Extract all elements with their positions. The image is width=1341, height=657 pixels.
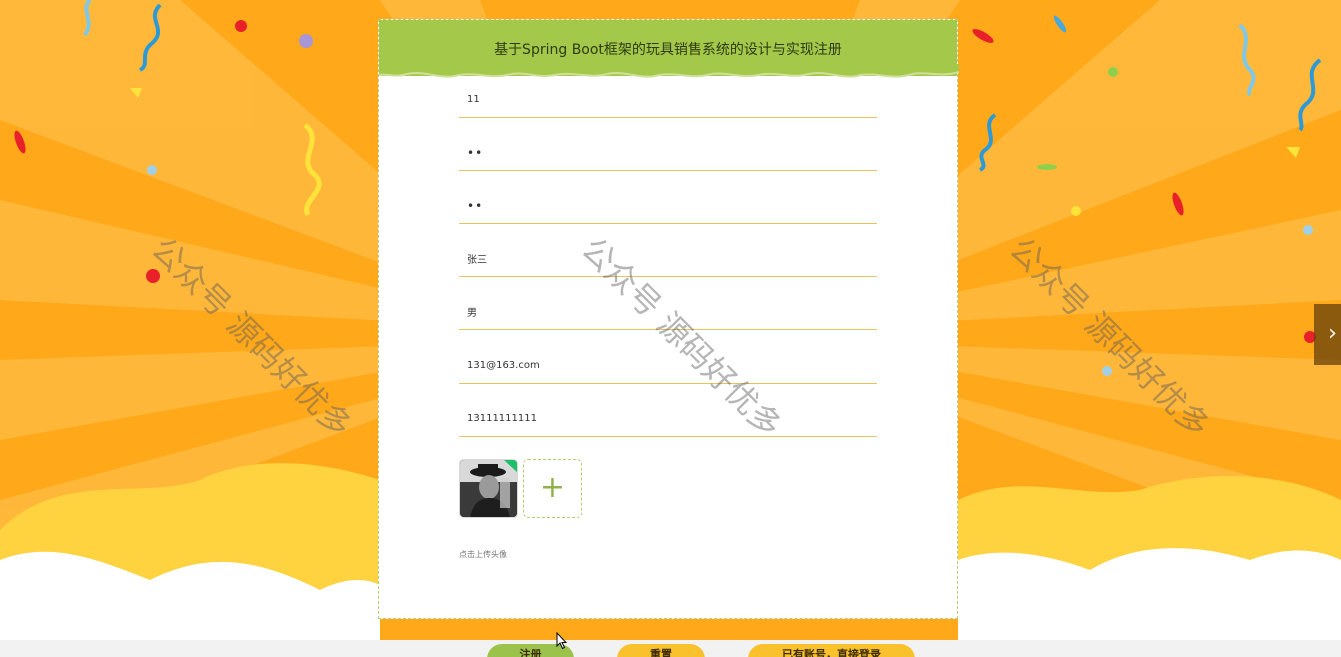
login-link-button[interactable]: 已有账号，直接登录 — [748, 644, 915, 657]
password-input[interactable] — [459, 135, 877, 170]
name-input[interactable] — [459, 241, 877, 276]
account-input[interactable] — [459, 82, 877, 117]
upload-hint: 点击上传头像 — [459, 550, 507, 559]
password-field[interactable] — [459, 135, 877, 171]
avatar-preview[interactable] — [459, 459, 518, 518]
gender-input[interactable] — [459, 294, 877, 329]
reset-button[interactable]: 重置 — [617, 644, 705, 657]
phone-field[interactable] — [459, 401, 877, 437]
card-header: 基于Spring Boot框架的玩具销售系统的设计与实现注册 — [379, 20, 959, 78]
header-wave-decoration — [379, 64, 959, 78]
gender-field[interactable] — [459, 294, 877, 330]
upload-avatar-button[interactable]: + — [523, 459, 582, 518]
avatar-image — [460, 460, 517, 517]
mouse-cursor-icon — [556, 632, 568, 650]
confirm-password-input[interactable] — [459, 188, 877, 223]
name-field[interactable] — [459, 241, 877, 277]
confirm-password-field[interactable] — [459, 188, 877, 224]
email-input[interactable] — [459, 348, 877, 383]
account-field[interactable] — [459, 82, 877, 118]
email-field[interactable] — [459, 348, 877, 384]
carousel-next-button[interactable]: › — [1314, 304, 1341, 365]
register-card: 基于Spring Boot框架的玩具销售系统的设计与实现注册 11 •• •• … — [378, 19, 959, 619]
page-title: 基于Spring Boot框架的玩具销售系统的设计与实现注册 — [494, 42, 842, 58]
phone-input[interactable] — [459, 401, 877, 436]
